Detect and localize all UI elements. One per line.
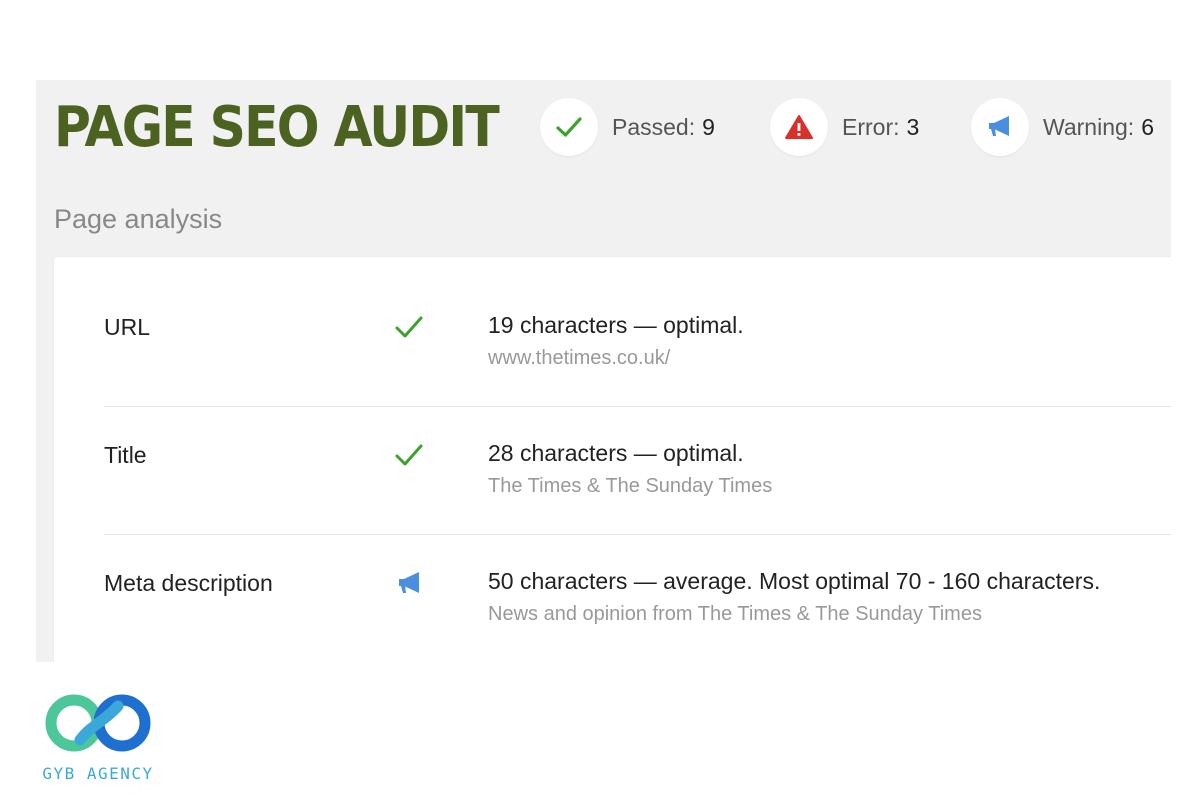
row-sub-text: The Times & The Sunday Times <box>488 475 773 497</box>
warning-count: 6 <box>1141 113 1154 140</box>
analysis-row-title: Title 28 characters — optimal. The Times… <box>104 385 1171 513</box>
section-title: Page analysis <box>54 204 223 234</box>
error-stat[interactable]: Error: 3 <box>770 98 919 156</box>
analysis-card: URL 19 characters — optimal. www.thetime… <box>54 257 1171 662</box>
warning-triangle-icon <box>785 115 813 139</box>
passed-label: Passed: <box>612 113 696 140</box>
row-sub-text: News and opinion from The Times & The Su… <box>488 603 982 625</box>
megaphone-icon <box>989 116 1009 136</box>
row-status <box>392 313 426 341</box>
row-status <box>392 569 426 597</box>
infinity-logo-icon <box>45 694 151 752</box>
row-sub-text: www.thetimes.co.uk/ <box>488 347 671 369</box>
passed-stat[interactable]: Passed: 9 <box>540 98 715 156</box>
logo-text: GYB AGENCY <box>42 764 154 783</box>
check-icon <box>395 316 423 338</box>
row-label: URL <box>104 314 151 340</box>
seo-audit-panel: PAGE SEO AUDIT Passed: 9 Error: 3 Warnin… <box>36 80 1171 662</box>
check-icon <box>395 444 423 466</box>
check-icon <box>556 117 582 137</box>
row-main-text: 19 characters — optimal. <box>488 312 744 338</box>
passed-circle <box>540 98 598 156</box>
row-status <box>392 441 426 469</box>
page-title: PAGE SEO AUDIT <box>54 95 500 160</box>
analysis-row-url: URL 19 characters — optimal. www.thetime… <box>104 257 1171 385</box>
warning-circle <box>971 98 1029 156</box>
warning-stat[interactable]: Warning: 6 <box>971 98 1154 156</box>
analysis-row-meta-description: Meta description 50 characters — average… <box>104 513 1171 641</box>
warning-label: Warning: <box>1043 113 1135 140</box>
error-label: Error: <box>842 113 900 140</box>
passed-count: 9 <box>702 113 715 140</box>
error-circle <box>770 98 828 156</box>
row-label: Title <box>104 442 147 468</box>
megaphone-icon <box>399 572 419 593</box>
error-count: 3 <box>906 113 920 140</box>
row-label: Meta description <box>104 570 273 596</box>
row-main-text: 50 characters — average. Most optimal 70… <box>488 568 1101 594</box>
row-main-text: 28 characters — optimal. <box>488 440 744 466</box>
gyb-agency-logo: GYB AGENCY <box>22 692 174 792</box>
